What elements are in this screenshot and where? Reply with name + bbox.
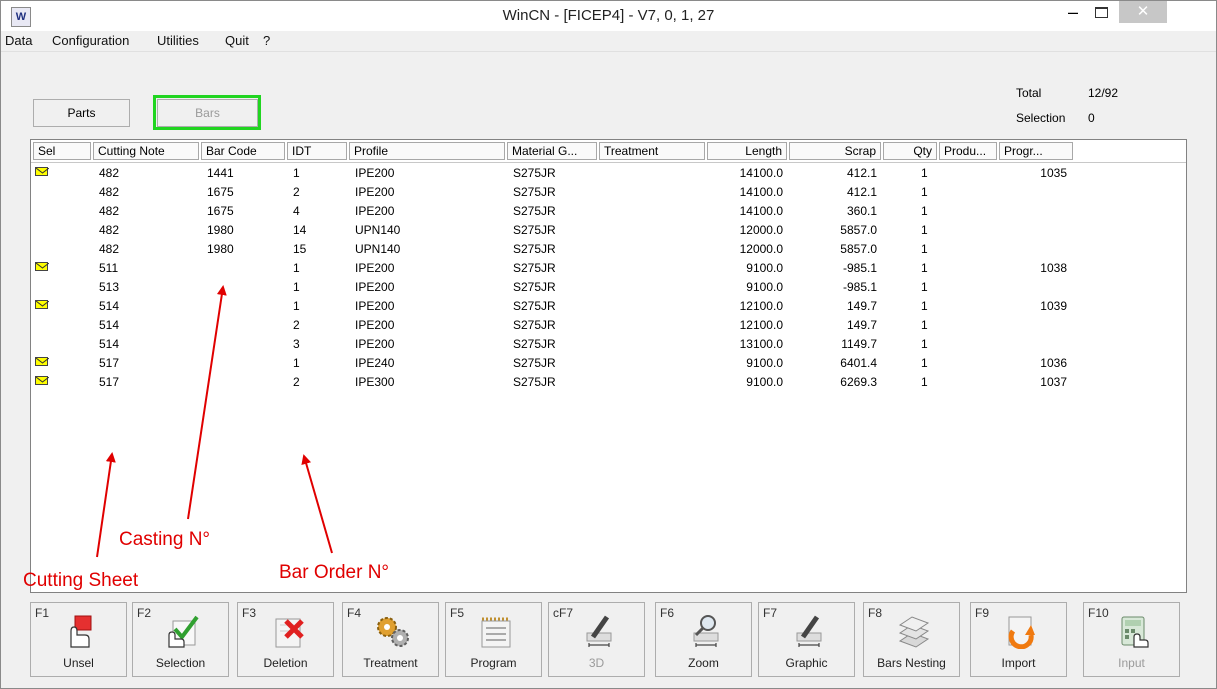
f10-input-button[interactable]: F10 Input <box>1083 602 1180 677</box>
f6-zoom-button[interactable]: F6 Zoom <box>655 602 752 677</box>
f10-label: Input <box>1118 656 1145 670</box>
program-list-icon <box>481 617 511 648</box>
unselect-hand-icon <box>70 615 92 648</box>
f2-label: Selection <box>155 656 206 670</box>
f3-key-label: F3 <box>242 606 257 620</box>
f9-label: Import <box>1001 656 1036 670</box>
f5-label: Program <box>470 656 517 670</box>
f6-key-label: F6 <box>660 606 675 620</box>
f10-key-label: F10 <box>1088 606 1109 620</box>
f7-key-label: F7 <box>763 606 778 620</box>
f4-key-label: F4 <box>347 606 362 620</box>
f9-import-button[interactable]: F9 Import <box>970 602 1067 677</box>
annotation-arrows <box>96 285 333 558</box>
f8-bars-nesting-button[interactable]: F8 Bars Nesting <box>863 602 960 677</box>
cf7-3d-button[interactable]: cF7 3D <box>548 602 645 677</box>
arrow-casting <box>187 285 227 520</box>
f3-deletion-button[interactable]: F3 Deletion <box>237 602 334 677</box>
stacked-bars-icon <box>898 616 930 648</box>
import-arrow-icon <box>1008 616 1035 649</box>
f7-graphic-button[interactable]: F7 Graphic <box>758 602 855 677</box>
f8-key-label: F8 <box>868 606 883 620</box>
arrow-cutting-sheet <box>96 452 116 558</box>
f1-key-label: F1 <box>35 606 50 620</box>
pencil-ruler-icon <box>586 615 612 647</box>
select-check-icon <box>168 615 199 648</box>
f4-treatment-button[interactable]: F4 Treatment <box>342 602 439 677</box>
f7-label: Graphic <box>785 656 828 670</box>
gears-icon <box>377 617 409 647</box>
cf7-key-label: cF7 <box>553 606 574 620</box>
f2-key-label: F2 <box>137 606 152 620</box>
magnifier-icon <box>693 615 719 647</box>
f5-program-button[interactable]: F5 Program <box>445 602 542 677</box>
delete-x-icon <box>275 618 304 648</box>
cf7-label: 3D <box>588 656 605 670</box>
f8-label: Bars Nesting <box>877 656 946 670</box>
f4-label: Treatment <box>363 656 418 670</box>
f9-key-label: F9 <box>975 606 990 620</box>
f6-label: Zoom <box>688 656 719 670</box>
f5-key-label: F5 <box>450 606 465 620</box>
pencil-ruler-icon <box>796 615 822 647</box>
f1-label: Unsel <box>63 656 94 670</box>
f1-unsel-button[interactable]: F1 Unsel <box>30 602 127 677</box>
f2-selection-button[interactable]: F2 Selection <box>132 602 229 677</box>
calculator-icon <box>1121 616 1149 648</box>
f3-label: Deletion <box>263 656 308 670</box>
arrow-bar-order <box>301 454 333 554</box>
app-window: W WinCN - [FICEP4] - V7, 0, 1, 27 ‒ ✕ Da… <box>0 0 1217 689</box>
